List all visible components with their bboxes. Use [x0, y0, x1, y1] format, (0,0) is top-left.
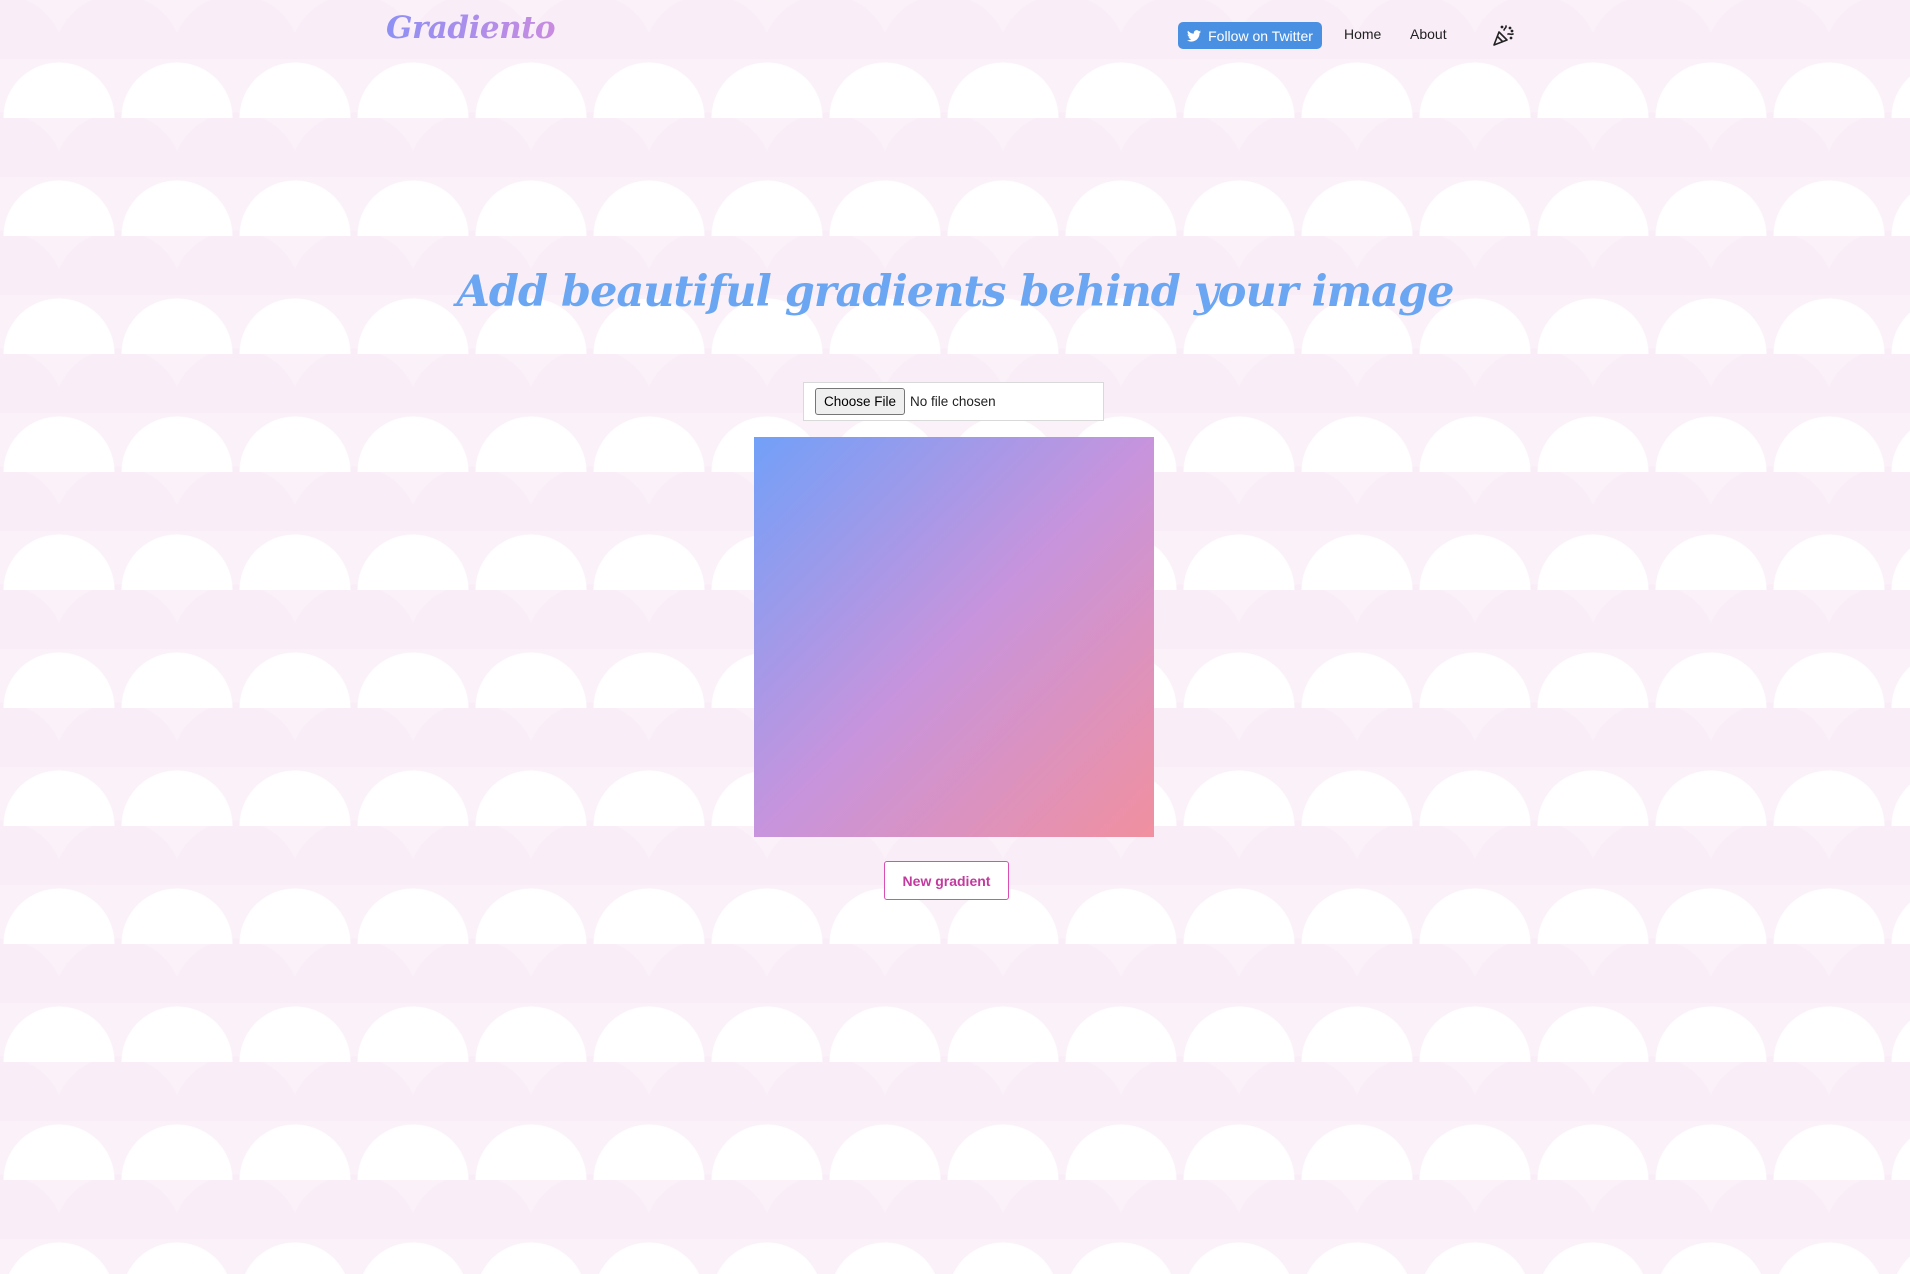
follow-on-twitter-button[interactable]: Follow on Twitter — [1178, 22, 1322, 49]
page-headline: Add beautiful gradients behind your imag… — [456, 267, 1455, 317]
party-popper-icon[interactable] — [1491, 24, 1515, 48]
file-status-text: No file chosen — [910, 394, 996, 409]
gradient-preview-canvas — [754, 437, 1154, 837]
new-gradient-button[interactable]: New gradient — [884, 861, 1009, 900]
choose-file-button[interactable]: Choose File — [815, 388, 906, 415]
nav-about-link[interactable]: About — [1410, 26, 1447, 42]
twitter-button-label: Follow on Twitter — [1208, 27, 1313, 44]
twitter-bird-icon — [1187, 29, 1202, 42]
logo[interactable]: Gradiento — [386, 10, 556, 46]
nav-home-link[interactable]: Home — [1344, 26, 1381, 42]
file-input[interactable]: Choose File No file chosen — [803, 382, 1104, 421]
